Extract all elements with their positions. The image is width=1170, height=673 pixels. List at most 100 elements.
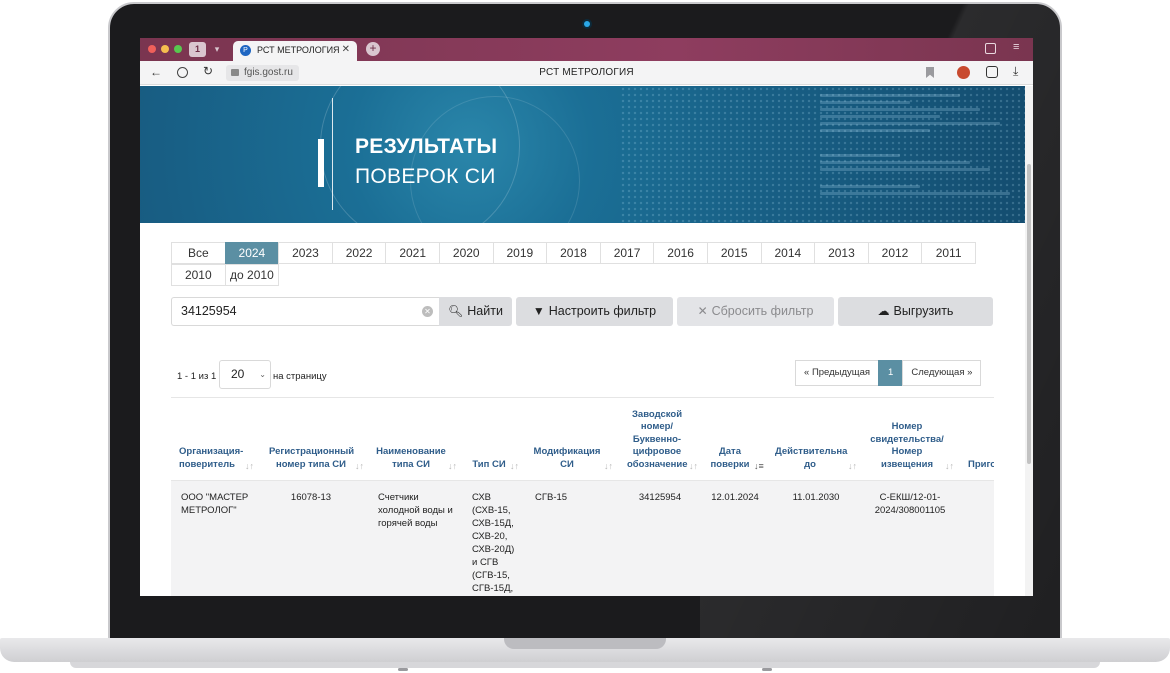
year-tab[interactable]: 2012 [867, 242, 923, 264]
sort-icon[interactable]: ↓↑ [355, 461, 364, 471]
year-tab[interactable]: 2010 [171, 264, 226, 286]
cloud-upload-icon: ☁ [877, 304, 890, 318]
reader-icon[interactable] [986, 66, 998, 78]
window-minimize-button[interactable] [161, 45, 169, 53]
export-button[interactable]: ☁ Выгрузить [838, 297, 993, 326]
filter-icon: ▼ [532, 304, 545, 318]
scrollbar-thumb[interactable] [1027, 164, 1031, 464]
year-tab[interactable]: 2020 [438, 242, 494, 264]
find-button-label: Найти [467, 304, 503, 318]
column-header-date[interactable]: Дата поверки [708, 446, 752, 471]
page-scrollbar[interactable] [1025, 86, 1033, 596]
find-button[interactable]: 🔍︎ Найти [439, 297, 512, 326]
page-button-current[interactable]: 1 [878, 360, 904, 386]
year-tab[interactable]: 2015 [706, 242, 762, 264]
per-page-select[interactable]: 20 ⌄ [219, 360, 271, 389]
url-text: fgis.gost.ru [244, 67, 293, 78]
sort-icon[interactable]: ↓↑ [604, 461, 613, 471]
column-header-name[interactable]: Наименование типа СИ [376, 446, 446, 471]
prev-page-label: Предыдущая [811, 367, 871, 378]
banner-divider-line [332, 98, 333, 210]
menu-icon[interactable]: ≡ [1013, 41, 1019, 53]
extension-icon[interactable] [957, 66, 970, 79]
year-tab[interactable]: 2021 [385, 242, 440, 264]
year-tab[interactable]: 2017 [599, 242, 655, 264]
sort-icon[interactable]: ↓↑ [848, 461, 857, 471]
reset-filter-label: Сбросить фильтр [711, 304, 814, 318]
clear-input-icon[interactable]: ✕ [422, 306, 433, 317]
column-header-serial[interactable]: Заводской номер/Буквенно-цифровое обозначе… [627, 409, 688, 472]
sort-icon[interactable]: ↓↑ [689, 461, 698, 471]
column-header-org[interactable]: Организация-поверитель [179, 446, 245, 471]
year-tabs-row: 2010 до 2010 [171, 264, 991, 286]
table-header: Организация-поверитель ↓↑ Регистрационны… [171, 397, 994, 481]
laptop-foot-right [762, 668, 772, 671]
sort-icon[interactable]: ↓↑ [510, 461, 519, 471]
sort-icon[interactable]: ↓↑ [448, 461, 457, 471]
prev-page-button[interactable]: « Предыдущая [795, 360, 880, 386]
column-header-cert[interactable]: Номер свидетельства/Номер извещения [867, 421, 947, 471]
sort-icon[interactable]: ↓↑ [245, 461, 254, 471]
column-header-fit[interactable]: Приго [968, 459, 994, 472]
laptop-foot-left [398, 668, 408, 671]
export-button-label: Выгрузить [893, 304, 954, 318]
screen: 1 ▾ Р РСТ МЕТРОЛОГИЯ ✕ + ≡ ← ↻ РСТ МЕТРО… [140, 38, 1033, 596]
column-header-mod[interactable]: Модификация СИ [532, 446, 602, 471]
year-tab[interactable]: 2024 [224, 242, 280, 264]
result-count: 1 - 1 из 1 [177, 371, 217, 382]
favicon-icon: Р [240, 45, 251, 56]
double-chevron-left-icon: « [804, 367, 812, 378]
year-tab[interactable]: 2016 [653, 242, 708, 264]
year-tab[interactable]: 2022 [331, 242, 387, 264]
page-banner: РЕЗУЛЬТАТЫ ПОВЕРОК СИ [140, 86, 1025, 223]
year-tab[interactable]: 2019 [492, 242, 548, 264]
lock-icon [231, 69, 239, 76]
next-page-button[interactable]: Следующая » [902, 360, 982, 386]
downloads-icon[interactable]: ⤓ [1013, 64, 1018, 79]
configure-filter-label: Настроить фильтр [548, 304, 657, 318]
cell-org: ООО "МАСТЕР МЕТРОЛОГ" [181, 492, 249, 516]
per-page-label: на страницу [273, 371, 327, 382]
year-tab[interactable]: 2014 [760, 242, 816, 264]
url-field[interactable]: fgis.gost.ru [226, 65, 299, 81]
tab-title: РСТ МЕТРОЛОГИЯ [257, 45, 340, 55]
sort-icon[interactable]: ↓↑ [945, 461, 954, 471]
cell-mod: СГВ-15 [535, 492, 568, 503]
reset-filter-button[interactable]: ✕ Сбросить фильтр [677, 297, 834, 326]
cell-type: СХВ (СХВ-15, СХВ-15Д, СХВ-20, СХВ-20Д) и СГВ(… [472, 492, 515, 594]
column-header-valid[interactable]: Действительна до [775, 446, 847, 471]
close-icon: ✕ [697, 304, 708, 318]
year-tab[interactable]: Все [171, 242, 226, 264]
cell-reg: 16078-13 [290, 492, 332, 503]
year-tab[interactable]: до 2010 [224, 264, 280, 286]
cell-name: Счетчики холодной воды и горячей воды [378, 492, 453, 529]
window-close-button[interactable] [148, 45, 156, 53]
window-maximize-button[interactable] [174, 45, 182, 53]
configure-filter-button[interactable]: ▼ Настроить фильтр [516, 297, 673, 326]
cell-valid: 11.01.2030 [792, 492, 840, 503]
table-row[interactable]: ООО "МАСТЕР МЕТРОЛОГ" 16078-13 Счетчики хо… [171, 481, 994, 596]
sort-active-icon[interactable]: ↓≡ [754, 461, 764, 471]
year-tab[interactable]: 2018 [546, 242, 601, 264]
column-header-reg[interactable]: Регистрационный номер типа СИ [269, 446, 354, 471]
banner-title-line2: ПОВЕРОК СИ [355, 165, 496, 188]
tabs-overview-icon[interactable] [985, 43, 996, 54]
next-page-label: Следующая [911, 367, 965, 378]
search-input[interactable]: 34125954 [171, 297, 439, 326]
search-icon: 🔍︎ [448, 304, 464, 318]
tab-counter-badge[interactable]: 1 [189, 42, 206, 57]
year-tab[interactable]: 2023 [278, 242, 333, 264]
page-content: РЕЗУЛЬТАТЫ ПОВЕРОК СИ Все 2024 2023 2022 202… [140, 86, 1025, 596]
cell-cert: С-ЕКШ/12-01- 2024/308001105 [874, 492, 946, 516]
chevron-down-icon[interactable]: ▾ [210, 42, 224, 57]
results-table: Организация-поверитель ↓↑ Регистрационны… [171, 397, 994, 596]
close-tab-icon[interactable]: ✕ [342, 44, 350, 55]
year-tab[interactable]: 2011 [921, 242, 976, 264]
browser-tab-active[interactable]: Р РСТ МЕТРОЛОГИЯ ✕ [233, 41, 357, 61]
year-tab[interactable]: 2013 [814, 242, 869, 264]
chevron-down-icon: ⌄ [259, 370, 266, 379]
laptop-base-shadow [70, 662, 1100, 668]
new-tab-button[interactable]: + [366, 42, 380, 56]
cell-serial: 34125954 [638, 492, 682, 503]
column-header-type[interactable]: Тип СИ [472, 459, 506, 472]
